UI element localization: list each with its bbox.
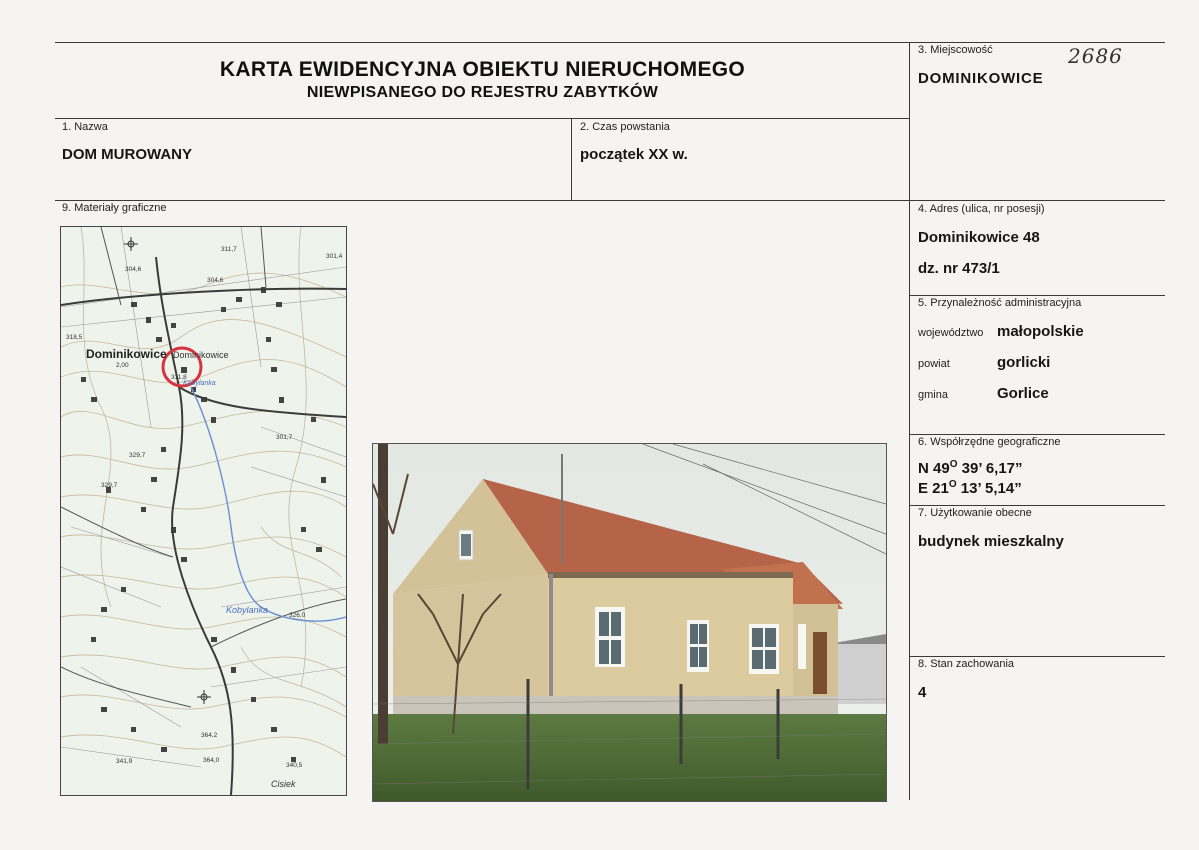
map-elevation: 311,8 [171, 374, 187, 381]
longitude-degree-sign: O [948, 479, 957, 490]
document-title: KARTA EWIDENCYJNA OBIEKTU NIERUCHOMEGO [219, 58, 746, 81]
adres-line2: dz. nr 473/1 [918, 260, 1000, 277]
nazwa-value: DOM MUROWANY [62, 146, 192, 163]
czas-label: 2. Czas powstania [580, 121, 670, 133]
gmina-label: gmina [918, 389, 948, 401]
czas-value: początek XX w. [580, 146, 688, 163]
map-corner-label: Cisiek [271, 779, 296, 789]
adres-bottom-line [909, 295, 1165, 296]
materialy-label: 9. Materiały graficzne [62, 202, 167, 214]
wspolrzedne-label: 6. Współrzędne geograficzne [918, 436, 1061, 448]
building-photo-drawing [373, 444, 886, 801]
wojewodztwo-label: województwo [918, 327, 984, 339]
uzytkowanie-label: 7. Użytkowanie obecne [918, 507, 1032, 519]
header-bottom-line [55, 118, 910, 119]
map-stream-label: Kobylanka [226, 605, 268, 615]
longitude-degrees: E 21 [918, 480, 949, 497]
map-elevation: 364,2 [201, 732, 218, 739]
latitude-degrees: N 49 [918, 460, 950, 477]
map-elevation: 341,9 [116, 758, 133, 765]
top-border-line [55, 42, 1165, 43]
map-place-label-small: Dominikowice [173, 350, 229, 360]
longitude-minutes-seconds: 13’ 5,14” [956, 480, 1022, 497]
map-elevation: 329,7 [129, 452, 146, 459]
stan-value: 4 [918, 684, 927, 701]
map-elevation: 304,6 [207, 277, 224, 284]
nazwa-label: 1. Nazwa [62, 121, 108, 133]
map-elevation: 304,6 [125, 266, 142, 273]
row1-bottom-line [55, 200, 1165, 201]
przynaleznosc-label: 5. Przynależność administracyjna [918, 297, 1082, 309]
miejscowosc-value: DOMINIKOWICE [918, 70, 1044, 87]
gmina-value: Gorlice [997, 385, 1049, 402]
latitude-value: N 49O 39’ 6,17” [918, 459, 1023, 477]
longitude-value: E 21O 13’ 5,14” [918, 479, 1022, 497]
uzytkowanie-value: budynek mieszkalny [918, 533, 1064, 550]
adres-label: 4. Adres (ulica, nr posesji) [918, 203, 1045, 215]
wojewodztwo-value: małopolskie [997, 323, 1084, 340]
przynaleznosc-bottom-line [909, 434, 1165, 435]
map-stream-label-small: Kobylanka [183, 380, 216, 387]
miejscowosc-label: 3. Miejscowość [918, 44, 993, 56]
header-right-divider [909, 42, 910, 800]
map-elevation: 2,00 [116, 362, 129, 369]
map-elevation: 364,0 [203, 757, 220, 764]
adres-line1: Dominikowice 48 [918, 229, 1040, 246]
document-page: KARTA EWIDENCYJNA OBIEKTU NIERUCHOMEGO N… [0, 0, 1199, 850]
powiat-label: powiat [918, 358, 950, 370]
latitude-minutes-seconds: 39’ 6,17” [957, 460, 1023, 477]
map-elevation: 326,0 [289, 612, 306, 619]
map-elevation: 301,7 [276, 434, 293, 441]
stan-label: 8. Stan zachowania [918, 658, 1015, 670]
map-elevation: 318,5 [66, 334, 83, 341]
topographic-map: Dominikowice Dominikowice Kobylanka Koby… [60, 226, 347, 796]
nazwa-czas-divider [571, 118, 572, 200]
powiat-value: gorlicki [997, 354, 1051, 371]
map-elevation: 301,4 [326, 253, 343, 260]
topographic-map-drawing: Dominikowice Dominikowice Kobylanka Koby… [61, 227, 346, 795]
wspolrzedne-bottom-line [909, 505, 1165, 506]
map-elevation: 340,5 [286, 762, 303, 769]
uzytkowanie-bottom-line [909, 656, 1165, 657]
handwritten-number: 2686 [1068, 44, 1123, 68]
map-elevation: 329,7 [101, 482, 118, 489]
map-place-label: Dominikowice [86, 347, 167, 361]
building-photo [372, 443, 887, 802]
map-elevation: 311,7 [221, 246, 237, 253]
document-subtitle: NIEWPISANEGO DO REJESTRU ZABYTKÓW [306, 84, 659, 101]
